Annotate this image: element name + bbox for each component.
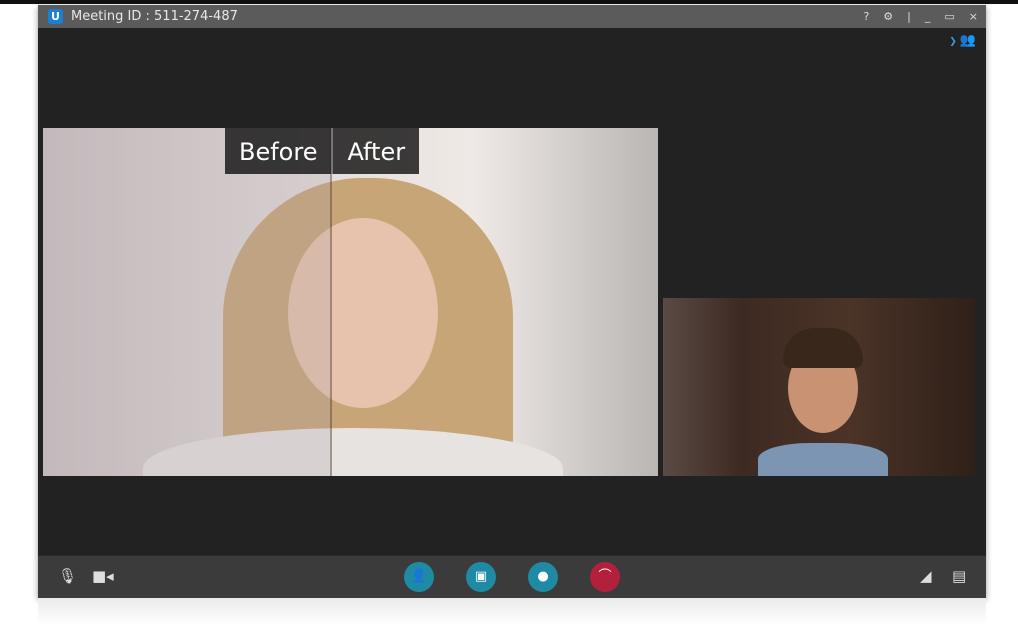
people-icon: 👥 — [959, 33, 976, 48]
before-after-divider — [330, 128, 332, 476]
camera-icon[interactable]: ■◂ — [92, 567, 114, 585]
microphone-icon[interactable]: 🎙 — [58, 567, 77, 585]
participants-button[interactable]: ❯ 👥 — [949, 33, 976, 48]
minimize-button[interactable]: _ — [925, 10, 931, 23]
invite-participant-button[interactable]: 👤 — [404, 562, 434, 592]
maximize-button[interactable]: ▭ — [944, 10, 954, 23]
signal-icon: ◢ — [920, 567, 932, 585]
app-logo: U — [48, 9, 63, 24]
participant-shirt — [758, 443, 888, 476]
screen-share-icon: ▣ — [474, 569, 488, 584]
close-button[interactable]: × — [969, 10, 978, 23]
participant-hair — [783, 328, 863, 368]
title-bar: U Meeting ID : 511-274-487 ? ⚙ | _ ▭ × — [38, 5, 986, 28]
chat-icon[interactable]: ▤ — [952, 567, 966, 585]
before-after-label: Before After — [225, 128, 420, 174]
record-icon: ● — [537, 569, 549, 584]
separator: | — [907, 10, 911, 23]
meeting-window: U Meeting ID : 511-274-487 ? ⚙ | _ ▭ × ❯… — [38, 5, 986, 598]
end-call-button[interactable]: ⌒ — [590, 562, 620, 592]
add-user-icon: 👤 — [410, 569, 428, 584]
top-border — [0, 0, 1018, 4]
record-button[interactable]: ● — [528, 562, 558, 592]
meeting-id-title: Meeting ID : 511-274-487 — [71, 9, 238, 24]
before-overlay — [43, 128, 330, 476]
chevron-icon: ❯ — [949, 37, 957, 47]
settings-icon[interactable]: ⚙ — [883, 10, 893, 23]
main-video-feed[interactable]: Before After — [43, 128, 658, 476]
after-label: After — [347, 138, 406, 166]
share-screen-button[interactable]: ▣ — [466, 562, 496, 592]
help-icon[interactable]: ? — [863, 10, 869, 23]
participant-video-feed[interactable] — [663, 298, 975, 476]
window-reflection — [38, 598, 986, 625]
call-toolbar: 🎙 ■◂ 👤 ▣ ● ⌒ ◢ ▤ — [38, 555, 986, 598]
before-label: Before — [239, 138, 318, 166]
hang-up-icon: ⌒ — [598, 569, 612, 584]
